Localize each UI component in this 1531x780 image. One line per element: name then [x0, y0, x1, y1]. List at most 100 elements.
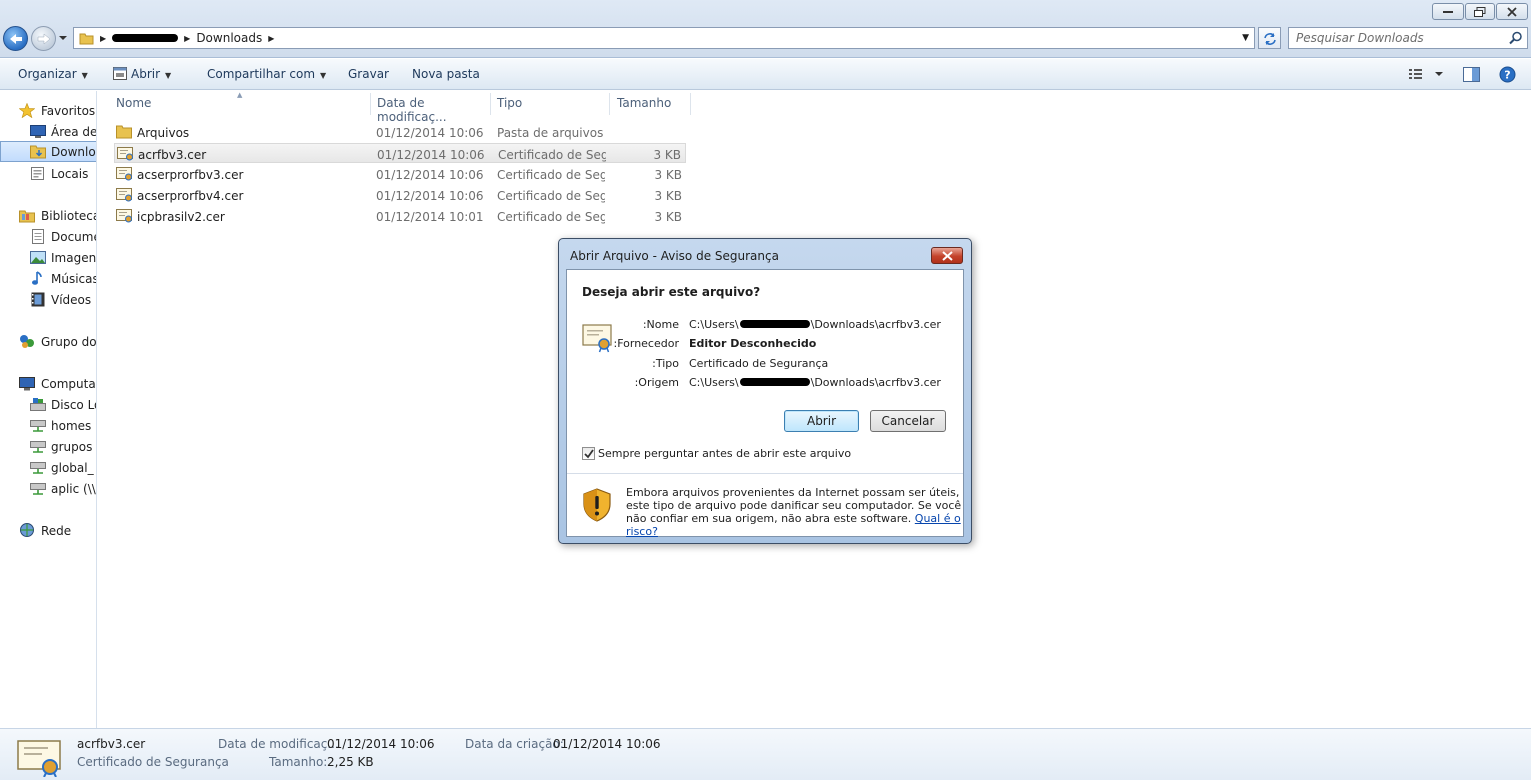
redacted-username: [739, 378, 810, 386]
nav-musicas[interactable]: Músicas: [0, 268, 96, 289]
gravar-button[interactable]: Gravar: [348, 67, 389, 81]
recent-places-icon: [31, 167, 44, 180]
nav-grupos[interactable]: grupos (: [0, 436, 96, 457]
nav-locais-label: Locais: [51, 167, 89, 181]
preview-pane-icon[interactable]: [1463, 67, 1480, 82]
nav-imagens[interactable]: Imagens: [0, 247, 96, 268]
nav-aplic[interactable]: aplic (\\1: [0, 478, 96, 499]
certificate-icon: [116, 188, 132, 202]
column-divider[interactable]: [490, 93, 491, 115]
details-created-value: 01/12/2014 10:06: [553, 737, 661, 751]
nav-videos-label: Vídeos: [51, 293, 92, 307]
compartilhar-label: Compartilhar com: [207, 67, 316, 81]
change-view-icon[interactable]: [1408, 67, 1446, 81]
details-modified-value: 01/12/2014 10:06: [327, 737, 435, 751]
dialog-type-label: Tipo:: [652, 357, 679, 370]
column-header-data[interactable]: Data de modificaç...: [377, 91, 489, 124]
nav-locais[interactable]: Locais: [0, 163, 96, 184]
details-pane: acrfbv3.cer Certificado de Segurança Dat…: [0, 728, 1531, 780]
chevron-down-icon: ▼: [81, 71, 88, 80]
refresh-button[interactable]: [1258, 27, 1281, 49]
breadcrumb-separator-icon[interactable]: ▶: [184, 34, 190, 43]
address-bar[interactable]: ▶ ▶ Downloads ▶ ▼: [73, 27, 1255, 49]
breadcrumb-separator-icon[interactable]: ▶: [100, 34, 106, 43]
nav-area-de-trabalho-label: Área de T: [51, 125, 97, 139]
file-type: Pasta de arquivos: [497, 126, 604, 140]
nav-grupo-domestico[interactable]: Grupo dor: [0, 331, 97, 352]
nav-homes-label: homes (\: [51, 419, 96, 433]
nav-computador[interactable]: Computac: [0, 373, 96, 394]
breadcrumb-separator-icon[interactable]: ▶: [268, 34, 274, 43]
nav-rede[interactable]: Rede: [0, 520, 96, 541]
search-input[interactable]: [1289, 28, 1499, 48]
network-drive-icon: [30, 462, 46, 474]
search-box[interactable]: [1288, 27, 1528, 49]
close-window-button[interactable]: [1496, 3, 1528, 20]
network-icon: [20, 523, 34, 537]
minimize-button[interactable]: [1432, 3, 1464, 20]
chevron-down-icon: ▼: [165, 71, 172, 80]
file-name: icpbrasilv2.cer: [137, 210, 225, 224]
dialog-name-prefix: C:\Users\: [689, 318, 739, 331]
dialog-close-button[interactable]: [931, 247, 963, 264]
breadcrumb-downloads[interactable]: Downloads: [196, 31, 262, 45]
abrir-menu-button[interactable]: Abrir ▼: [113, 67, 171, 81]
navigation-pane[interactable]: Favoritos Área de T Downloa Locais Bibli…: [0, 91, 97, 728]
star-icon: [19, 103, 35, 118]
security-warning-dialog: Abrir Arquivo - Aviso de Segurança Desej…: [558, 238, 972, 544]
nav-grupo-domestico-label: Grupo dor: [41, 335, 97, 349]
nav-videos[interactable]: Vídeos: [0, 289, 96, 310]
restore-button[interactable]: [1465, 3, 1495, 20]
column-header-nome[interactable]: Nome: [116, 91, 368, 115]
column-divider[interactable]: [609, 93, 610, 115]
always-ask-checkbox-label[interactable]: Sempre perguntar antes de abrir este arq…: [598, 447, 851, 460]
dialog-origin-value: C:\Users\ \Downloads\acrfbv3.cer: [689, 376, 941, 389]
command-toolbar: Organizar ▼ Abrir ▼ Compartilhar com ▼ Grav…: [0, 59, 1531, 90]
file-row-icpbrasilv2[interactable]: icpbrasilv2.cer 01/12/2014 10:01 Certifi…: [114, 206, 686, 226]
details-size-value: 2,25 KB: [327, 755, 374, 769]
certificate-large-icon: [17, 740, 61, 777]
organizar-menu-button[interactable]: Organizar ▼: [18, 67, 88, 81]
always-ask-checkbox[interactable]: [582, 447, 595, 460]
downloads-folder-icon: [30, 145, 46, 159]
cancel-button[interactable]: Cancelar: [870, 410, 946, 432]
details-file-type: Certificado de Segurança: [77, 755, 229, 769]
back-button[interactable]: [3, 26, 28, 51]
file-row-acserprorfbv4[interactable]: acserprorfbv4.cer 01/12/2014 10:06 Certi…: [114, 185, 686, 205]
file-row-acserprorfbv3[interactable]: acserprorfbv3.cer 01/12/2014 10:06 Certi…: [114, 164, 686, 184]
search-icon[interactable]: [1509, 31, 1523, 45]
video-film-icon: [31, 292, 45, 307]
column-divider[interactable]: [690, 93, 691, 115]
nav-homes[interactable]: homes (\: [0, 415, 96, 436]
compartilhar-menu-button[interactable]: Compartilhar com ▼: [207, 67, 326, 81]
file-name: acserprorfbv4.cer: [137, 189, 244, 203]
column-divider[interactable]: [370, 93, 371, 115]
address-dropdown-icon[interactable]: ▼: [1242, 33, 1249, 43]
help-icon[interactable]: ?: [1499, 66, 1516, 83]
file-row-arquivos[interactable]: Arquivos 01/12/2014 10:06 Pasta de arqui…: [114, 122, 686, 142]
file-date: 01/12/2014 10:06: [376, 126, 484, 140]
network-drive-icon: [30, 483, 46, 495]
nav-bibliotecas[interactable]: Bibliotecas: [0, 205, 96, 226]
nav-disco-local-label: Disco Lo: [51, 398, 97, 412]
open-button[interactable]: Abrir: [784, 410, 859, 432]
nav-disco-local[interactable]: Disco Lo: [0, 394, 97, 415]
file-row-acrfbv3[interactable]: acrfbv3.cer 01/12/2014 10:06 Certificado…: [114, 143, 686, 163]
nav-area-de-trabalho[interactable]: Área de T: [0, 121, 97, 142]
nova-pasta-button[interactable]: Nova pasta: [412, 67, 480, 81]
nav-documentos[interactable]: Docume: [0, 226, 97, 247]
column-header-tipo[interactable]: Tipo: [497, 91, 607, 115]
column-header-tamanho[interactable]: Tamanho: [617, 91, 689, 115]
nav-downloads[interactable]: Downloa: [0, 141, 96, 162]
nav-documentos-label: Docume: [51, 230, 97, 244]
recent-pages-chevron-icon[interactable]: [58, 33, 68, 43]
organizar-label: Organizar: [18, 67, 77, 81]
forward-button[interactable]: [31, 26, 56, 51]
nav-favoritos[interactable]: Favoritos: [0, 100, 96, 121]
file-date: 01/12/2014 10:06: [377, 148, 485, 162]
dialog-origin-prefix: C:\Users\: [689, 376, 739, 389]
network-drive-icon: [30, 420, 46, 432]
close-icon: [1507, 6, 1517, 17]
nav-global[interactable]: global_ (: [0, 457, 96, 478]
file-date: 01/12/2014 10:06: [376, 189, 484, 203]
